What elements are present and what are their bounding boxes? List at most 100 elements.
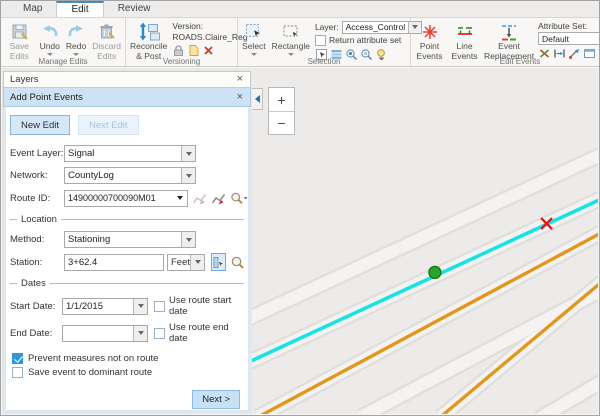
attribute-set-value: Default <box>539 34 600 44</box>
use-route-end-date-checkbox[interactable] <box>154 328 165 339</box>
delete-version-icon[interactable] <box>202 44 215 57</box>
network-value[interactable] <box>65 170 181 181</box>
end-date-value[interactable] <box>63 328 133 339</box>
select-label: Select <box>242 42 266 52</box>
reconcile-icon <box>138 21 160 42</box>
group-edit-events: Point Events Line Events Event Replaceme… <box>411 18 600 66</box>
next-edit-button[interactable]: Next Edit <box>78 115 139 135</box>
select-button[interactable]: Select <box>240 20 268 57</box>
station-label: Station: <box>10 257 64 268</box>
location-section-title: Location <box>21 214 57 225</box>
select-dropdown-caret-icon[interactable] <box>251 53 257 56</box>
use-route-start-date-checkbox[interactable] <box>154 301 165 312</box>
panel-title: Add Point Events <box>10 92 83 103</box>
group-manage-edits: Save Edits Undo Redo <box>1 18 126 66</box>
layers-title: Layers <box>10 74 39 85</box>
attribute-set-label: Attribute Set: <box>538 21 600 31</box>
route-id-combo[interactable] <box>64 190 188 207</box>
route-id-caret-icon[interactable] <box>177 196 183 200</box>
undo-button[interactable]: Undo <box>38 20 62 57</box>
prevent-measures-checkbox[interactable] <box>12 353 23 364</box>
use-route-start-date-label: Use route start date <box>169 295 244 317</box>
start-date-value[interactable] <box>63 301 133 312</box>
app-window: Map Edit Review Save Edits Undo <box>0 0 600 416</box>
zoom-in-button[interactable]: + <box>269 88 294 111</box>
group-label-edit-events: Edit Events <box>411 57 600 66</box>
layer-value: Access_Control <box>343 22 409 32</box>
pick-location-button[interactable] <box>211 253 226 271</box>
station-unit-value: Feet <box>168 257 190 268</box>
panel-collapse-button[interactable] <box>252 88 263 110</box>
network-caret-icon[interactable] <box>181 168 195 183</box>
trash-icon <box>97 21 116 42</box>
network-dropdown[interactable] <box>64 167 196 184</box>
start-date-caret-icon[interactable] <box>133 299 147 314</box>
station-field[interactable] <box>64 254 164 271</box>
new-edit-button[interactable]: New Edit <box>10 115 70 135</box>
redo-icon <box>66 21 86 42</box>
station-value[interactable] <box>65 257 163 268</box>
new-version-icon[interactable] <box>187 44 200 57</box>
add-point-events-body: New Edit Next Edit Event Layer: Network: <box>3 107 251 413</box>
zoom-out-button[interactable]: − <box>269 111 294 134</box>
event-layer-caret-icon[interactable] <box>181 146 195 161</box>
save-icon <box>10 21 29 42</box>
select-route-on-map-icon[interactable] <box>211 189 226 207</box>
ribbon: Map Edit Review Save Edits Undo <box>1 1 599 67</box>
route-zoom-icon[interactable] <box>230 189 248 207</box>
group-label-selection: Selection <box>238 57 410 66</box>
group-label-versioning: Versioning <box>126 57 237 66</box>
redo-label: Redo <box>66 42 86 52</box>
collapse-arrow-icon <box>255 95 260 103</box>
line-events-icon <box>455 21 475 42</box>
end-date-label: End Date: <box>10 328 62 339</box>
method-caret-icon[interactable] <box>181 232 195 247</box>
undo-dropdown-caret-icon[interactable] <box>47 53 53 56</box>
save-dominant-label: Save event to dominant route <box>28 367 152 378</box>
prevent-measures-label: Prevent measures not on route <box>28 353 158 364</box>
redo-button[interactable]: Redo <box>64 20 88 57</box>
event-layer-dropdown[interactable] <box>64 145 196 162</box>
event-point-marker[interactable] <box>429 266 441 278</box>
rectangle-dropdown-caret-icon[interactable] <box>288 53 294 56</box>
save-dominant-checkbox[interactable] <box>12 367 23 378</box>
end-date-caret-icon[interactable] <box>133 326 147 341</box>
method-dropdown[interactable] <box>64 231 196 248</box>
rectangle-button[interactable]: Rectangle <box>270 20 312 57</box>
dates-section-separator: Dates <box>10 278 244 289</box>
rectangle-label: Rectangle <box>272 42 310 52</box>
layers-close-icon[interactable]: × <box>236 74 244 85</box>
selection-options: Layer: Access_Control Return attribute s… <box>313 20 421 62</box>
station-zoom-icon[interactable] <box>230 253 245 271</box>
edit-events-options: Attribute Set: Default <box>536 20 600 61</box>
layer-label: Layer: <box>315 22 339 32</box>
basemap-roads <box>252 154 598 414</box>
station-unit-dropdown[interactable]: Feet <box>167 254 205 271</box>
return-attribute-checkbox[interactable] <box>315 35 326 46</box>
tab-map[interactable]: Map <box>9 1 56 17</box>
next-button[interactable]: Next > <box>192 390 240 409</box>
event-layer-value[interactable] <box>65 148 181 159</box>
location-section-separator: Location <box>10 214 244 225</box>
lock-icon[interactable] <box>172 44 185 57</box>
map-zoom-control: + − <box>268 87 295 135</box>
tab-review[interactable]: Review <box>104 1 165 17</box>
add-point-events-header: Add Point Events × <box>3 88 251 107</box>
station-unit-caret-icon[interactable] <box>190 255 204 270</box>
start-date-dropdown[interactable] <box>62 298 148 315</box>
route-id-value[interactable] <box>65 193 175 203</box>
attribute-set-dropdown[interactable]: Default <box>538 32 600 45</box>
select-route-icon[interactable] <box>192 189 207 207</box>
panel-close-icon[interactable]: × <box>236 92 244 103</box>
redo-dropdown-caret-icon[interactable] <box>73 53 79 56</box>
select-icon <box>244 21 264 42</box>
side-panel: Layers × Add Point Events × New Edit Nex… <box>3 71 251 413</box>
map-view[interactable]: + − <box>252 68 598 414</box>
method-value[interactable] <box>65 234 181 245</box>
layer-dropdown[interactable]: Access_Control <box>342 21 423 34</box>
start-date-label: Start Date: <box>10 301 62 312</box>
point-events-icon <box>420 21 440 42</box>
end-date-dropdown[interactable] <box>62 325 148 342</box>
layers-pane-header: Layers × <box>3 71 251 88</box>
tab-edit[interactable]: Edit <box>56 1 103 17</box>
